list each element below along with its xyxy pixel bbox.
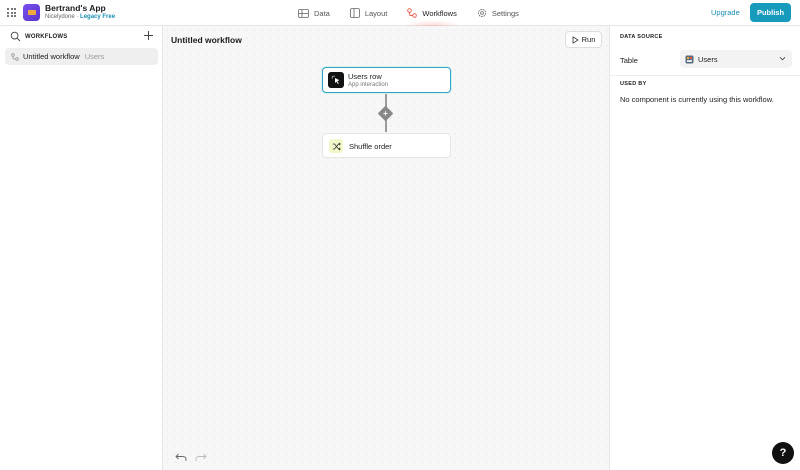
workflows-sidebar: WORKFLOWS Untitled workflow Users: [0, 26, 163, 470]
shuffle-icon: [329, 139, 343, 153]
upgrade-link[interactable]: Upgrade: [711, 8, 740, 17]
undo-icon[interactable]: [175, 453, 187, 462]
chevron-down-icon: [779, 56, 786, 61]
workflow-item-icon: [11, 52, 19, 61]
table-icon: [298, 8, 309, 18]
search-icon[interactable]: [10, 31, 21, 42]
table-select[interactable]: Users: [680, 50, 792, 68]
app-owner: Nicelydone: [45, 14, 75, 20]
used-by-text: No component is currently using this wor…: [620, 95, 774, 104]
gear-icon: [477, 8, 486, 18]
owner-separator: ·: [76, 14, 79, 20]
add-step-plus[interactable]: +: [380, 108, 391, 119]
main-nav: Data Layout Workflows Settings: [288, 0, 529, 26]
run-button[interactable]: Run: [565, 31, 602, 48]
help-button[interactable]: ?: [772, 442, 794, 464]
sidebar-item-table: Users: [84, 52, 105, 61]
run-label: Run: [581, 35, 596, 44]
redo-icon[interactable]: [195, 453, 207, 462]
action-node-title: Shuffle order: [349, 142, 392, 151]
workflow-icon: [407, 8, 418, 18]
app-owner-line: Nicelydone · Legacy Free: [45, 14, 115, 20]
pointer-click-icon: [328, 72, 344, 88]
panel-divider: [610, 75, 800, 76]
tab-workflows-label: Workflows: [422, 8, 457, 18]
tab-settings-label: Settings: [491, 8, 519, 18]
layout-icon: [349, 8, 360, 18]
tab-settings[interactable]: Settings: [467, 0, 529, 26]
app-name[interactable]: Bertrand's App: [45, 3, 106, 13]
trigger-node-title: Users row: [348, 72, 382, 81]
app-plan[interactable]: Legacy Free: [80, 14, 115, 20]
top-bar: Bertrand's App Nicelydone · Legacy Free …: [0, 0, 800, 26]
sidebar-item-label: Untitled workflow: [23, 52, 80, 61]
workflow-title[interactable]: Untitled workflow: [171, 35, 242, 45]
apps-grid-icon[interactable]: [7, 8, 16, 17]
tab-workflows[interactable]: Workflows: [397, 0, 466, 26]
tab-data[interactable]: Data: [288, 0, 340, 26]
tab-layout[interactable]: Layout: [340, 0, 398, 26]
properties-panel: DATA SOURCE Table Users USED BY No compo…: [610, 26, 800, 470]
play-icon: [572, 35, 579, 44]
users-table-icon: [685, 55, 694, 63]
trigger-node[interactable]: Users row App interaction: [322, 67, 451, 93]
workflow-canvas[interactable]: Untitled workflow Run Users row App inte…: [163, 26, 610, 470]
action-node[interactable]: Shuffle order: [322, 133, 451, 158]
table-select-value: Users: [698, 54, 718, 64]
tab-layout-label: Layout: [364, 8, 388, 18]
sidebar-title: WORKFLOWS: [25, 34, 68, 40]
table-field-label: Table: [620, 56, 638, 65]
trigger-node-subtitle: App interaction: [348, 82, 389, 88]
app-logo[interactable]: [23, 4, 40, 21]
publish-button[interactable]: Publish: [750, 3, 791, 22]
used-by-heading: USED BY: [620, 81, 647, 87]
data-source-heading: DATA SOURCE: [620, 34, 663, 40]
tab-data-label: Data: [314, 8, 330, 18]
sidebar-item-untitled-workflow[interactable]: Untitled workflow Users: [5, 48, 158, 65]
add-workflow-icon[interactable]: [143, 30, 154, 41]
